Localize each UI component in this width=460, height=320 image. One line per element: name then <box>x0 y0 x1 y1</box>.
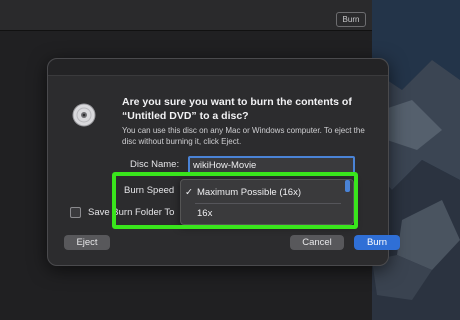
dvd-disc-icon <box>72 103 96 127</box>
burn-button[interactable]: Burn <box>354 235 400 250</box>
burn-dialog: Are you sure you want to burn the conten… <box>47 58 400 266</box>
finder-toolbar: Burn <box>0 0 372 31</box>
disc-name-label: Disc Name: <box>130 159 180 170</box>
dialog-info-text: You can use this disc on any Mac or Wind… <box>122 126 365 146</box>
finder-burn-button[interactable]: Burn <box>336 12 366 27</box>
highlight-annotation <box>112 172 358 229</box>
cancel-button[interactable]: Cancel <box>290 235 344 250</box>
dialog-title-bar <box>48 59 388 76</box>
save-burn-folder-checkbox[interactable] <box>70 207 81 218</box>
dialog-title: Are you sure you want to burn the conten… <box>122 96 352 122</box>
eject-button[interactable]: Eject <box>64 235 110 250</box>
